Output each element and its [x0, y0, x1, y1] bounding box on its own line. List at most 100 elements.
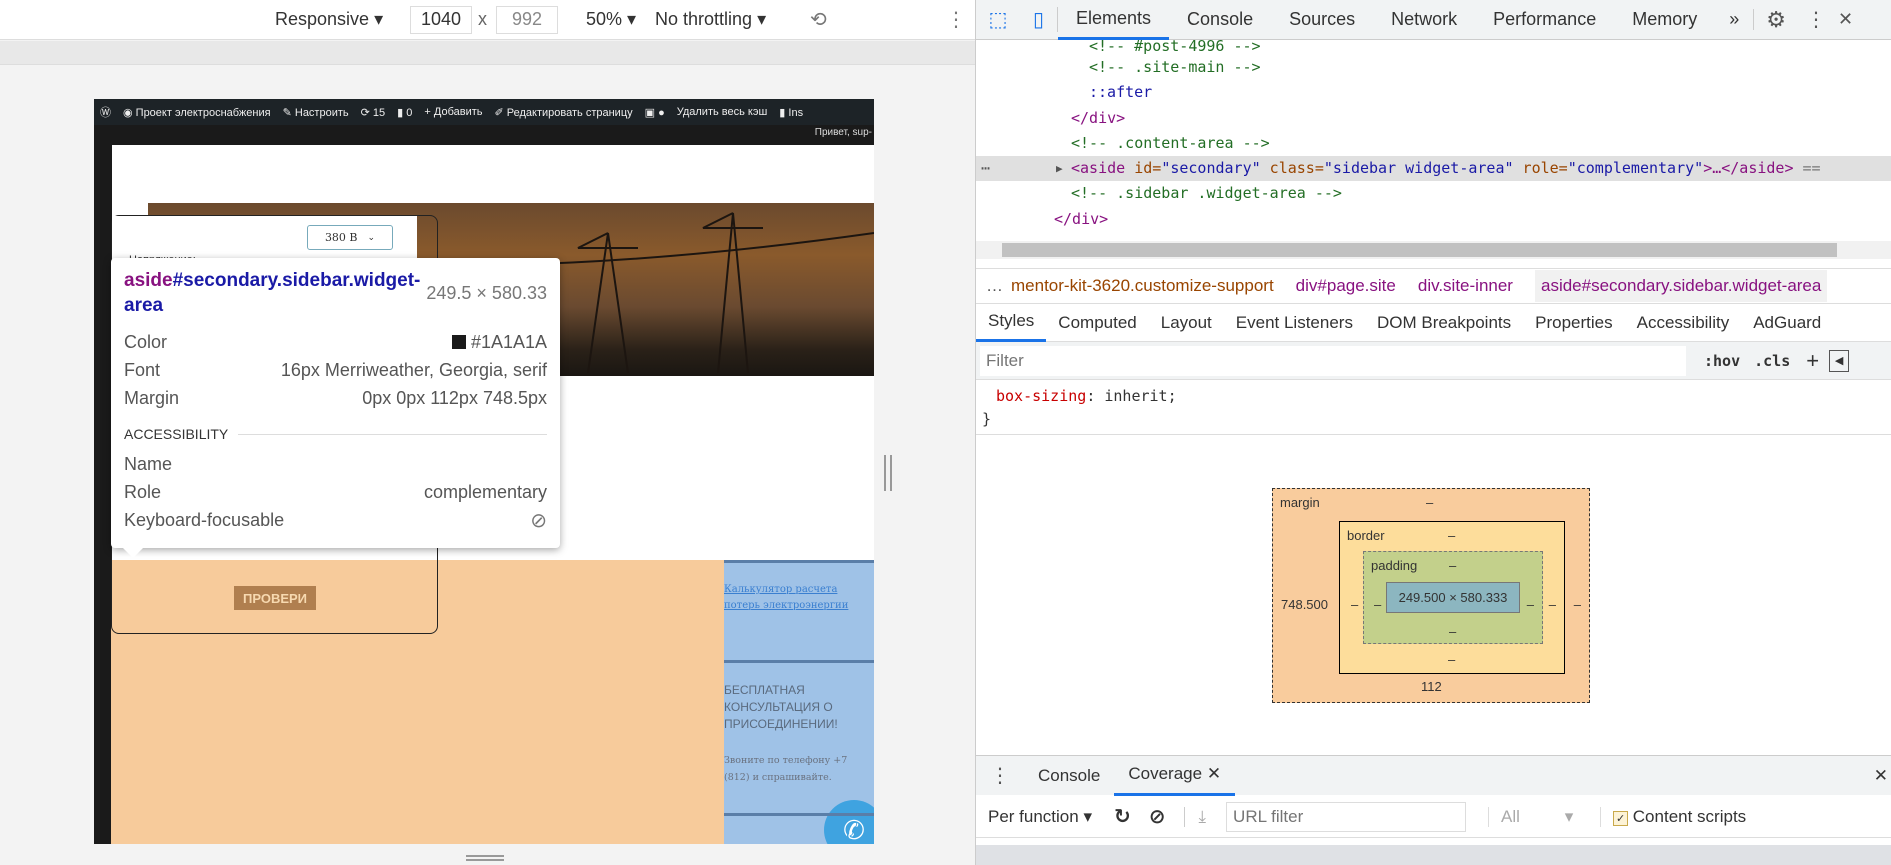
rule-close-brace: } [982, 410, 992, 428]
border-bottom[interactable]: – [1448, 652, 1455, 667]
styles-filter-input[interactable] [980, 345, 1686, 376]
close-devtools-icon[interactable]: ✕ [1834, 9, 1857, 30]
margin-right[interactable]: – [1574, 597, 1581, 612]
more-options-icon[interactable]: ⋮ [946, 7, 966, 32]
greeting[interactable]: Привет, sup- [815, 127, 872, 138]
subtab-layout[interactable]: Layout [1149, 313, 1224, 333]
breadcrumb-item[interactable]: div.site-inner [1418, 276, 1513, 296]
breadcrumb-item[interactable]: div#page.site [1296, 276, 1396, 296]
sidebar-toggle-icon[interactable]: ◀ [1829, 349, 1850, 372]
row-value: complementary [423, 481, 547, 502]
customize-menu-icon[interactable]: ⋮ [1798, 7, 1834, 32]
more-tabs-icon[interactable]: » [1715, 9, 1755, 30]
row-label: Role [124, 481, 162, 502]
inspect-element-icon[interactable]: ⬚ [976, 7, 1020, 32]
drawer-tab-coverage[interactable]: Coverage ✕ [1114, 756, 1236, 796]
expand-triangle-icon[interactable]: ▶ [1056, 156, 1063, 181]
subtab-adguard[interactable]: AdGuard [1741, 313, 1833, 333]
tag: <aside [1071, 159, 1126, 177]
url-filter-input[interactable] [1226, 801, 1467, 832]
admin-updates-link[interactable]: ⟳ 15 [361, 106, 386, 119]
content-scripts-checkbox[interactable]: ✓ Content scripts [1600, 806, 1747, 827]
border-top[interactable]: – [1448, 528, 1455, 543]
export-download-icon[interactable]: ⤓ [1183, 806, 1206, 827]
padding-left[interactable]: – [1374, 597, 1381, 612]
admin-customize-link[interactable]: ✎ Настроить [283, 106, 349, 119]
node-actions-icon[interactable]: ⋯ [981, 156, 990, 181]
selected-marker: == [1793, 159, 1821, 177]
rotate-icon[interactable]: ⟲ [810, 7, 827, 32]
zoom-select[interactable]: 50% ▾ [586, 9, 636, 30]
scrollbar-thumb[interactable] [1002, 243, 1837, 257]
close-drawer-icon[interactable]: ✕ [1874, 766, 1891, 786]
check-button[interactable]: ПРОВЕРИ [234, 586, 316, 610]
wordpress-logo-icon[interactable]: Ⓦ [100, 104, 111, 120]
subtab-dom-breakpoints[interactable]: DOM Breakpoints [1365, 313, 1523, 333]
dom-node[interactable]: <!-- .site-main --> [976, 55, 1891, 80]
admin-clear-cache-link[interactable]: Удалить весь кэш [677, 106, 768, 118]
padding-top[interactable]: – [1449, 558, 1456, 573]
dom-node-selected[interactable]: ⋯ ▶ <aside id="secondary" class="sidebar… [976, 156, 1891, 181]
element-selector: aside#secondary.sidebar.widget-area [124, 268, 424, 318]
drawer-menu-icon[interactable]: ⋮ [976, 763, 1024, 788]
dom-node[interactable]: </div> [976, 106, 1891, 131]
padding-box: padding – – – – 249.500 × 580.333 [1363, 551, 1543, 644]
breadcrumb-item[interactable]: mentor-kit-3620.customize-support [1011, 276, 1274, 296]
breadcrumb-item-selected[interactable]: aside#secondary.sidebar.widget-area [1534, 270, 1828, 302]
css-declaration[interactable]: box-sizing: inherit; [976, 384, 1891, 409]
clear-icon[interactable]: ⊘ [1149, 804, 1166, 829]
resize-handle-right[interactable] [884, 455, 892, 491]
padding-bottom[interactable]: – [1449, 624, 1456, 639]
box-model-diagram: margin – 748.500 – 112 border – – – – pa… [1272, 488, 1590, 703]
content-box[interactable]: 249.500 × 580.333 [1386, 582, 1520, 613]
border-right[interactable]: – [1549, 597, 1556, 612]
admin-add-link[interactable]: + Добавить [424, 106, 482, 118]
attr-value: "complementary" [1567, 159, 1704, 177]
content-scripts-label: Content scripts [1632, 806, 1747, 826]
breadcrumb-overflow-icon[interactable]: … [986, 276, 1003, 296]
admin-insights-link[interactable]: ▮ Ins [779, 106, 803, 119]
focusable-row: Keyboard-focusable ⊘ [124, 506, 547, 534]
device-toolbar-icon[interactable]: ▯ [1020, 7, 1058, 32]
cls-toggle[interactable]: .cls [1754, 352, 1790, 370]
width-input[interactable]: 1040 [410, 5, 472, 34]
height-input[interactable]: 992 [496, 5, 558, 34]
new-rule-plus-icon[interactable]: + [1806, 348, 1819, 374]
border-left[interactable]: – [1351, 597, 1358, 612]
padding-right[interactable]: – [1527, 597, 1534, 612]
tag: </div> [1054, 210, 1109, 228]
subtab-computed[interactable]: Computed [1046, 313, 1148, 333]
drawer-tab-console[interactable]: Console [1024, 766, 1114, 786]
hov-toggle[interactable]: :hov [1704, 352, 1740, 370]
yoast-icon[interactable]: ▣ ● [645, 106, 665, 119]
dom-node[interactable]: <!-- .content-area --> [976, 131, 1891, 156]
device-mode-select[interactable]: Responsive ▾ [275, 9, 383, 30]
loss-calculator-link[interactable]: Калькулятор расчета потерь электроэнерги… [724, 582, 874, 614]
margin-left[interactable]: 748.500 [1281, 597, 1328, 612]
type-filter-select[interactable]: All ▾ [1488, 806, 1578, 827]
subtab-accessibility[interactable]: Accessibility [1625, 313, 1742, 333]
dom-node[interactable]: <!-- .sidebar .widget-area --> [976, 181, 1891, 206]
margin-top[interactable]: – [1426, 495, 1433, 510]
throttling-select[interactable]: No throttling ▾ [655, 9, 766, 30]
attr-name: role= [1513, 159, 1568, 177]
times-sign: x [478, 9, 487, 29]
reload-icon[interactable]: ↻ [1114, 804, 1131, 829]
settings-gear-icon[interactable]: ⚙ [1754, 7, 1798, 33]
subtab-styles[interactable]: Styles [976, 304, 1047, 342]
admin-comments-link[interactable]: ▮ 0 [397, 106, 412, 119]
dom-node[interactable]: </div> [976, 207, 1891, 232]
admin-edit-page-link[interactable]: ✐ Редактировать страницу [495, 106, 633, 119]
voltage-select[interactable]: 380 В ⌄ [307, 225, 393, 250]
subtab-properties[interactable]: Properties [1523, 313, 1624, 333]
phone-call-button[interactable]: ✆ [824, 800, 874, 844]
close-tab-icon[interactable]: ✕ [1207, 764, 1221, 784]
subtab-event-listeners[interactable]: Event Listeners [1224, 313, 1365, 333]
color-swatch [451, 334, 466, 349]
coverage-mode-select[interactable]: Per function ▾ [976, 807, 1092, 827]
admin-site-link[interactable]: ◉ Проект электроснабжения [123, 106, 271, 119]
horizontal-scrollbar[interactable] [976, 241, 1891, 259]
dom-node[interactable]: ::after [976, 80, 1891, 105]
resize-handle-bottom[interactable] [466, 855, 504, 861]
margin-bottom[interactable]: 112 [1421, 679, 1442, 694]
